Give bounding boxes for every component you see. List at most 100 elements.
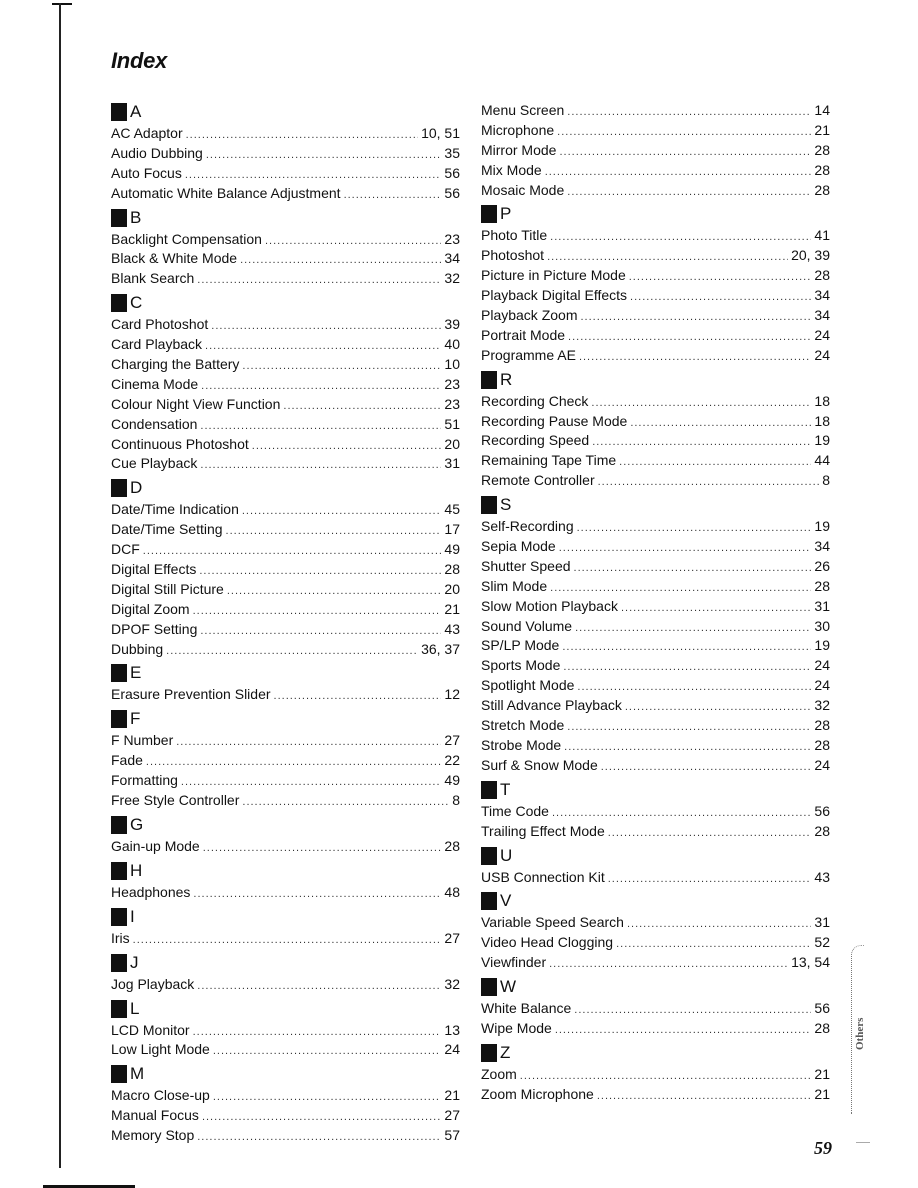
- index-entry: Colour Night View Function 23: [111, 395, 460, 415]
- index-entry: Date/Time Indication 45: [111, 500, 460, 520]
- dot-leader: [629, 268, 812, 288]
- index-entry: USB Connection Kit 43: [481, 868, 830, 888]
- dot-leader: [206, 146, 442, 166]
- dot-leader: [200, 456, 441, 476]
- dot-leader: [283, 397, 441, 417]
- dot-leader: [193, 885, 441, 905]
- page-reference: 30: [814, 617, 830, 634]
- index-term: Still Advance Playback: [481, 697, 622, 714]
- letter-label: T: [500, 779, 511, 799]
- letter-heading: G: [111, 813, 460, 837]
- page-reference: 44: [814, 452, 830, 469]
- dot-leader: [193, 1023, 442, 1043]
- page-reference: 27: [444, 929, 460, 946]
- index-term: F Number: [111, 732, 174, 749]
- dot-leader: [574, 559, 812, 579]
- index-term: Wipe Mode: [481, 1019, 552, 1036]
- index-term: Surf & Snow Mode: [481, 756, 598, 773]
- letter-heading: R: [481, 368, 830, 392]
- dot-leader: [549, 955, 788, 975]
- page-reference: 20: [444, 580, 460, 597]
- letter-label: W: [500, 977, 517, 997]
- index-term: Free Style Controller: [111, 792, 240, 809]
- index-entry: LCD Monitor 13: [111, 1021, 460, 1041]
- letter-label: A: [130, 102, 142, 121]
- letter-marker-icon: [481, 846, 497, 865]
- page-reference: 14: [814, 102, 830, 118]
- dot-leader: [213, 1088, 442, 1108]
- dot-leader: [545, 163, 812, 183]
- index-entry: Shutter Speed 26: [481, 557, 830, 577]
- page-reference: 21: [444, 1087, 460, 1104]
- page-reference: 24: [814, 326, 830, 343]
- letter-marker-icon: [481, 978, 497, 997]
- page-reference: 23: [444, 375, 460, 392]
- index-entry: Zoom Microphone 21: [481, 1085, 830, 1105]
- index-term: Microphone: [481, 121, 555, 138]
- index-term: Manual Focus: [111, 1107, 199, 1124]
- dot-leader: [616, 935, 811, 955]
- page-reference: 24: [814, 346, 830, 363]
- page-reference: 32: [444, 270, 460, 287]
- letter-heading: S: [481, 493, 830, 517]
- dot-leader: [242, 793, 449, 813]
- letter-heading: T: [481, 778, 830, 802]
- index-term: Spotlight Mode: [481, 677, 575, 694]
- index-term: Mix Mode: [481, 161, 542, 178]
- letter-label: J: [130, 952, 139, 972]
- index-term: Charging the Battery: [111, 356, 240, 373]
- index-term: Recording Speed: [481, 432, 590, 449]
- dot-leader: [203, 839, 442, 859]
- dot-leader: [567, 183, 811, 203]
- index-term: Playback Digital Effects: [481, 287, 628, 304]
- page-reference: 49: [444, 541, 460, 558]
- index-term: Time Code: [481, 802, 549, 819]
- dot-leader: [274, 687, 442, 707]
- letter-heading: I: [111, 905, 460, 929]
- dot-leader: [197, 977, 441, 997]
- page-reference: 21: [444, 600, 460, 617]
- index-term: Slim Mode: [481, 577, 548, 594]
- index-column-right: Menu Screen14Microphone21Mirror Mode28Mi…: [481, 101, 830, 1105]
- index-column-left: A AC Adaptor 10, 51 Audio Dubbing 35 Auto Foc…: [111, 98, 460, 1146]
- index-entry: Card Photoshot 39: [111, 315, 460, 335]
- index-entry: Portrait Mode 24: [481, 326, 830, 346]
- index-term: Digital Effects: [111, 561, 197, 578]
- index-term: Macro Close-up: [111, 1087, 210, 1104]
- index-term: Fade: [111, 752, 143, 769]
- index-term: Menu Screen: [481, 102, 565, 118]
- index-term: SP/LP Mode: [481, 637, 560, 654]
- index-term: Audio Dubbing: [111, 144, 203, 161]
- dot-leader: [550, 228, 811, 248]
- page-reference: 28: [814, 161, 830, 178]
- index-entry: Sepia Mode 34: [481, 537, 830, 557]
- index-entry: Mosaic Mode 28: [481, 181, 830, 201]
- page-reference: 41: [814, 227, 830, 244]
- index-term: Recording Check: [481, 392, 589, 409]
- page-reference: 13: [444, 1021, 460, 1038]
- page-reference: 32: [814, 697, 830, 714]
- index-term: Cinema Mode: [111, 375, 199, 392]
- index-term: DCF: [111, 541, 140, 558]
- index-term: Recording Pause Mode: [481, 412, 628, 429]
- index-term: Programme AE: [481, 346, 576, 363]
- index-entry: Erasure Prevention Slider 12: [111, 685, 460, 705]
- index-entry: Black & White Mode 34: [111, 249, 460, 269]
- index-entry: Menu Screen 14: [481, 101, 830, 121]
- page-reference: 10: [444, 356, 460, 373]
- dot-leader: [242, 502, 442, 522]
- dot-leader: [592, 433, 811, 453]
- page-reference: 19: [814, 637, 830, 654]
- index-entry: DCF 49: [111, 540, 460, 560]
- index-entry: Still Advance Playback 32: [481, 696, 830, 716]
- letter-label: R: [500, 369, 513, 389]
- dot-leader: [580, 308, 811, 328]
- index-entry: Macro Close-up 21: [111, 1086, 460, 1106]
- page-reference: 36, 37: [421, 640, 460, 657]
- page-reference: 48: [444, 883, 460, 900]
- dot-leader: [202, 1108, 441, 1128]
- page-reference: 22: [444, 752, 460, 769]
- dot-leader: [200, 622, 441, 642]
- dot-leader: [242, 357, 441, 377]
- index-term: Zoom Microphone: [481, 1085, 594, 1102]
